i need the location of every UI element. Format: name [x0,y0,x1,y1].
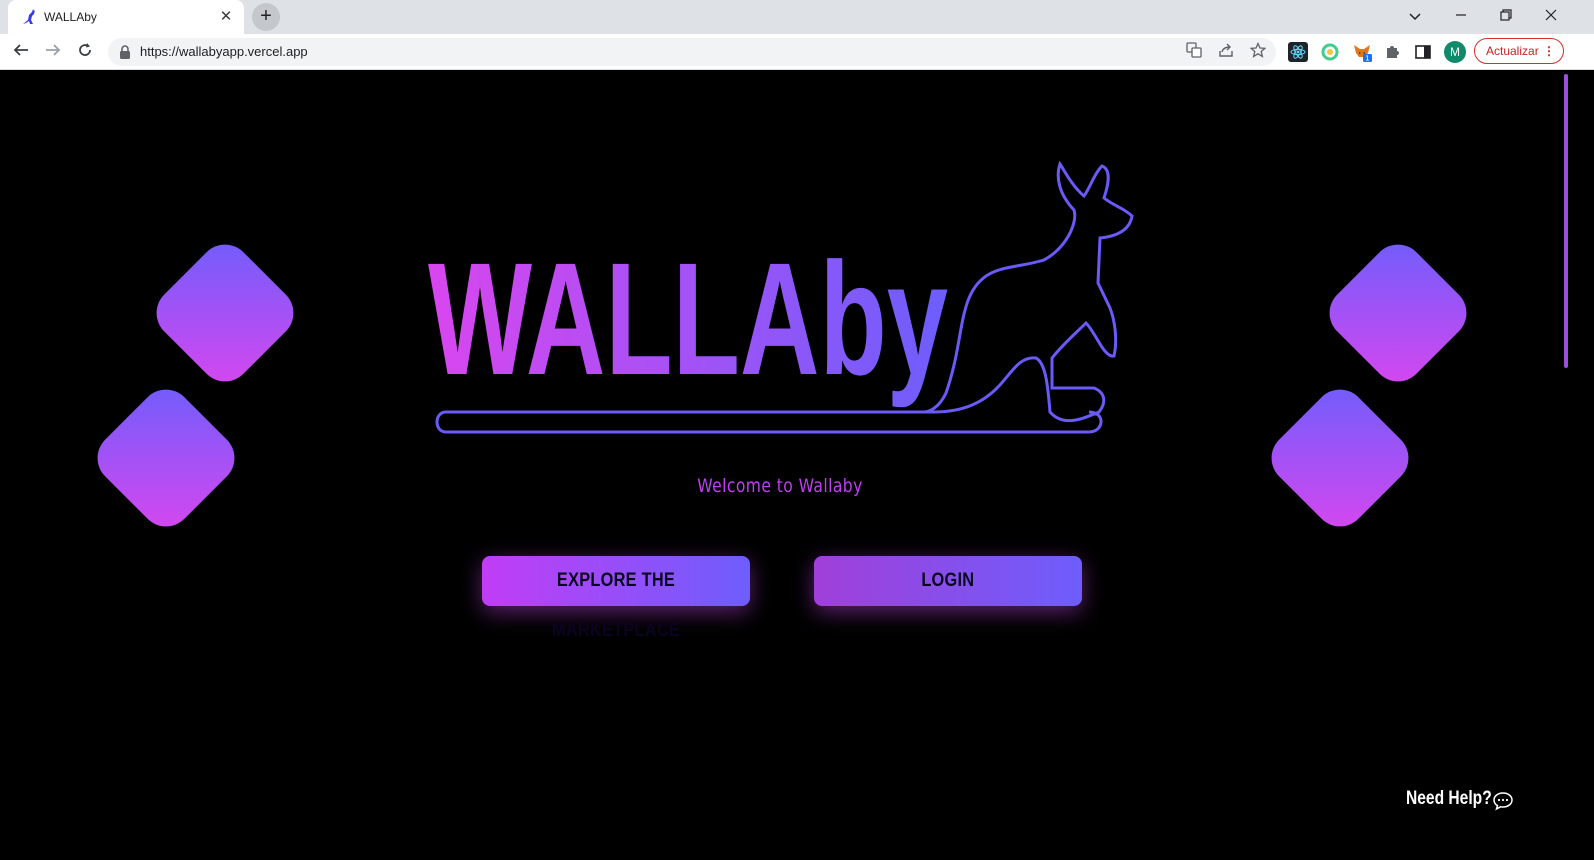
extension-badge-count: 1 [1365,55,1369,63]
lock-icon [120,45,130,59]
page-content: WALLAby Welcome to Wallaby EXPLORE THE M… [0,70,1594,860]
decorative-diamond-right-top [1318,233,1478,393]
explore-marketplace-label: EXPLORE THE MARKETPLACE [551,570,681,641]
restore-icon[interactable] [1491,4,1521,28]
translate-icon[interactable] [1184,42,1204,62]
tab-close-icon[interactable]: ✕ [216,7,236,27]
login-label: LOGIN [921,570,975,591]
scrollbar-thumb[interactable] [1564,74,1568,368]
browser-tab[interactable]: WALLAby ✕ [8,0,244,34]
decorative-diamond-left-bottom [86,378,246,538]
side-panel-icon[interactable] [1413,42,1433,62]
share-icon[interactable] [1216,42,1236,62]
welcome-text: Welcome to Wallaby [697,475,863,497]
profile-avatar[interactable]: M [1444,41,1466,63]
menu-dots-icon[interactable]: ⋮ [1543,39,1555,63]
url-text: https://wallabyapp.vercel.app [140,44,308,59]
reload-icon[interactable] [73,40,97,64]
explore-marketplace-button[interactable]: EXPLORE THE MARKETPLACE [482,556,750,641]
browser-toolbar: https://wallabyapp.vercel.app 1 M Actual… [0,34,1594,70]
update-button[interactable]: Actualizar ⋮ [1474,38,1564,64]
decorative-diamond-left-top [145,233,305,393]
chat-bubble-icon[interactable] [1492,790,1514,812]
browser-tab-strip: WALLAby ✕ + [0,0,1594,34]
back-arrow-icon[interactable] [9,40,33,64]
logo-wordmark: WALLAby [428,229,948,408]
decorative-diamond-right-bottom [1260,378,1420,538]
minimize-icon[interactable] [1446,4,1476,28]
metamask-fox-icon[interactable]: 1 [1352,42,1372,62]
kangaroo-favicon-icon [23,9,35,24]
tab-title: WALLAby [44,10,97,24]
extensions-puzzle-icon[interactable] [1382,42,1402,62]
wallaby-logo: WALLAby [428,160,1134,434]
login-button[interactable]: LOGIN [814,556,1082,606]
ring-extension-icon[interactable] [1320,42,1340,62]
tab-search-icon[interactable] [1400,4,1430,28]
react-devtools-icon[interactable] [1288,42,1308,62]
need-help-label: Need Help? [1406,788,1492,809]
close-window-icon[interactable] [1536,4,1566,28]
forward-arrow-icon[interactable] [41,40,65,64]
update-label: Actualizar [1486,44,1539,58]
bookmark-star-icon[interactable] [1248,41,1268,62]
address-bar[interactable]: https://wallabyapp.vercel.app [108,38,1276,66]
new-tab-button[interactable]: + [252,3,280,31]
